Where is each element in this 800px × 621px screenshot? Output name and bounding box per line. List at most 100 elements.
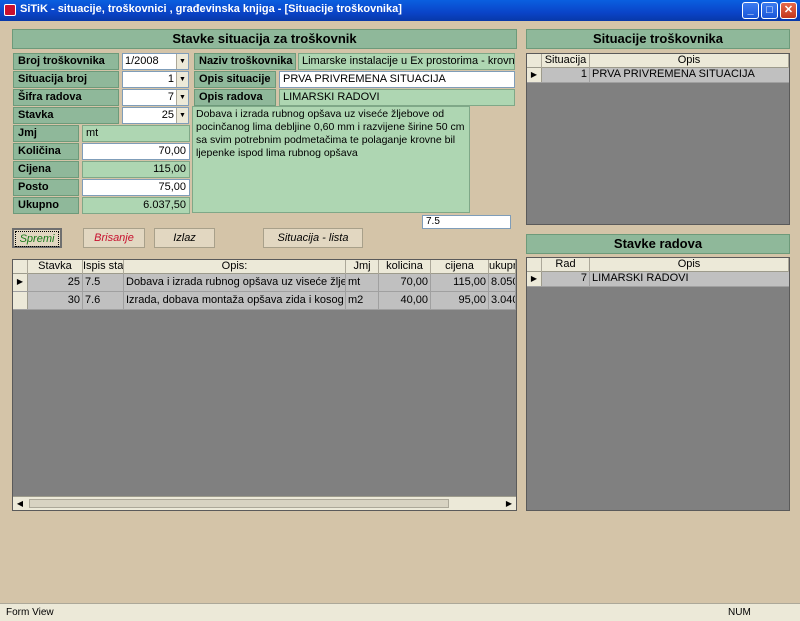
- form-header: Stavke situacija za troškovnik: [12, 29, 517, 49]
- opis-situacije-field[interactable]: PRVA PRIVREMENA SITUACIJA: [279, 71, 515, 88]
- stavka-value: 25: [161, 109, 174, 121]
- label-cijena: Cijena: [13, 161, 79, 178]
- situacije-header-row: Situacija Opis: [527, 54, 789, 68]
- header-selector: [13, 260, 28, 274]
- window-title: SiTiK - situacije, troškovnici , građevi…: [20, 3, 402, 15]
- scroll-right-icon[interactable]: ▶: [502, 497, 516, 510]
- maximize-icon[interactable]: □: [761, 2, 778, 19]
- cell-cijena: 115,00: [431, 274, 489, 292]
- ukupno-field: 6.037,50: [82, 197, 190, 214]
- kolicina-field[interactable]: 70,00: [82, 143, 190, 160]
- col-jmj[interactable]: Jmj: [346, 260, 379, 274]
- chevron-down-icon[interactable]: ▼: [176, 72, 188, 87]
- stavke-radova-datasheet[interactable]: Rad Opis ▶ 7 LIMARSKI RADOVI: [526, 257, 790, 511]
- cell-cijena: 95,00: [431, 292, 489, 310]
- broj-troskovnika-value: 1/2008: [125, 55, 159, 67]
- chevron-down-icon[interactable]: ▼: [176, 54, 188, 69]
- status-view-mode: Form View: [6, 607, 54, 618]
- current-row-icon[interactable]: ▶: [527, 272, 542, 286]
- current-row-icon[interactable]: ▶: [13, 274, 28, 291]
- cell-stavka: 25: [28, 274, 83, 292]
- label-stavka: Stavka: [13, 107, 119, 124]
- label-opis-radova: Opis radova: [194, 89, 276, 106]
- stavke-datasheet[interactable]: Stavka Ispis sta Opis: Jmj kolicina cije…: [12, 259, 517, 511]
- col-ukupno[interactable]: ukupno: [489, 260, 516, 274]
- chevron-down-icon[interactable]: ▼: [176, 90, 188, 105]
- cell-opis: PRVA PRIVREMENA SITUACIJA: [592, 68, 755, 80]
- col-opis[interactable]: Opis:: [124, 260, 346, 274]
- label-opis-situacije: Opis situacije: [194, 71, 276, 88]
- label-posto: Posto: [13, 179, 79, 196]
- close-icon[interactable]: ✕: [780, 2, 797, 19]
- table-row[interactable]: ▶ 25 7.5 Dobava i izrada rubnog opšava u…: [13, 274, 516, 292]
- broj-troskovnika-combo[interactable]: 1/2008 ▼: [122, 53, 189, 70]
- cell-jmj: mt: [346, 274, 379, 292]
- stavke-radova-header-row: Rad Opis: [527, 258, 789, 272]
- posto-field[interactable]: 75,00: [82, 179, 190, 196]
- ispis-stavke-field[interactable]: 7.5: [422, 215, 511, 229]
- col-stavka[interactable]: Stavka: [28, 260, 83, 274]
- label-kolicina: Količina: [13, 143, 79, 160]
- stavka-combo[interactable]: 25 ▼: [122, 107, 189, 124]
- current-row-icon[interactable]: ▶: [527, 68, 542, 82]
- cell-kolicina: 40,00: [379, 292, 431, 310]
- cell-rad: 7: [542, 272, 590, 287]
- col-kolicina[interactable]: kolicina: [379, 260, 431, 274]
- col-rad[interactable]: Rad: [542, 258, 590, 272]
- cijena-field[interactable]: 115,00: [82, 161, 190, 178]
- label-ukupno: Ukupno: [13, 197, 79, 214]
- col-situacija[interactable]: Situacija: [542, 54, 590, 68]
- cell-opis: Izrada, dobava montaža opšava zida i kos…: [124, 292, 346, 310]
- col-opis[interactable]: Opis: [590, 54, 789, 68]
- cell-opis: Dobava i izrada rubnog opšava uz viseće …: [124, 274, 346, 292]
- stavke-header-row: Stavka Ispis sta Opis: Jmj kolicina cije…: [13, 260, 516, 274]
- label-jmj: Jmj: [13, 125, 79, 142]
- brisanje-button[interactable]: Brisanje: [83, 228, 145, 248]
- header-selector: [527, 54, 542, 68]
- label-sifra-radova: Šifra radova: [13, 89, 119, 106]
- label-situacija-broj: Situacija broj: [13, 71, 119, 88]
- status-num-lock: NUM: [728, 607, 751, 618]
- situacije-header: Situacije troškovnika: [526, 29, 790, 49]
- stavka-opis-memo[interactable]: Dobava i izrada rubnog opšava uz viseće …: [192, 106, 470, 213]
- row-selector[interactable]: [13, 292, 28, 309]
- table-row[interactable]: ▶ 1 PRVA PRIVREMENA SITUACIJA: [527, 68, 789, 83]
- status-bar: Form View NUM: [0, 603, 800, 621]
- cell-stavka: 30: [28, 292, 83, 310]
- situacija-lista-button[interactable]: Situacija - lista: [263, 228, 363, 248]
- cell-ispis: 7.6: [83, 292, 124, 310]
- situacija-broj-combo[interactable]: 1 ▼: [122, 71, 189, 88]
- cell-jmj: m2: [346, 292, 379, 310]
- col-ispis[interactable]: Ispis sta: [83, 260, 124, 274]
- sifra-radova-combo[interactable]: 7 ▼: [122, 89, 189, 106]
- spremi-label: Spremi: [15, 231, 59, 247]
- col-opis[interactable]: Opis: [590, 258, 789, 272]
- stavke-radova-header: Stavke radova: [526, 234, 790, 254]
- izlaz-button[interactable]: Izlaz: [154, 228, 215, 248]
- col-cijena[interactable]: cijena: [431, 260, 489, 274]
- naziv-troskovnika-field[interactable]: Limarske instalacije u Ex prostorima - k…: [298, 53, 515, 70]
- scroll-thumb[interactable]: [29, 499, 449, 508]
- jmj-field[interactable]: mt: [82, 125, 190, 142]
- cell-situacija: 1: [542, 68, 590, 83]
- situacije-datasheet[interactable]: Situacija Opis ▶ 1 PRVA PRIVREMENA SITUA…: [526, 53, 790, 225]
- cell-kolicina: 70,00: [379, 274, 431, 292]
- header-selector: [527, 258, 542, 272]
- spremi-button[interactable]: Spremi: [12, 228, 62, 248]
- minimize-icon[interactable]: _: [742, 2, 759, 19]
- scroll-left-icon[interactable]: ◀: [13, 497, 27, 510]
- table-row[interactable]: 30 7.6 Izrada, dobava montaža opšava zid…: [13, 292, 516, 310]
- table-row[interactable]: ▶ 7 LIMARSKI RADOVI: [527, 272, 789, 287]
- opis-radova-field[interactable]: LIMARSKI RADOVI: [279, 89, 515, 106]
- situacija-broj-value: 1: [167, 73, 174, 85]
- cell-ukupno: 3.040: [489, 292, 516, 310]
- cell-ukupno: 8.050: [489, 274, 516, 292]
- cell-opis: LIMARSKI RADOVI: [592, 272, 689, 284]
- stavke-hscrollbar[interactable]: ◀ ▶: [13, 496, 516, 510]
- chevron-down-icon[interactable]: ▼: [176, 108, 188, 123]
- label-broj-troskovnika: Broj troškovnika: [13, 53, 119, 70]
- app-icon: [4, 4, 16, 16]
- title-bar: SiTiK - situacije, troškovnici , građevi…: [0, 0, 800, 21]
- sifra-radova-value: 7: [167, 91, 174, 103]
- label-naziv-troskovnika: Naziv troškovnika: [194, 53, 296, 70]
